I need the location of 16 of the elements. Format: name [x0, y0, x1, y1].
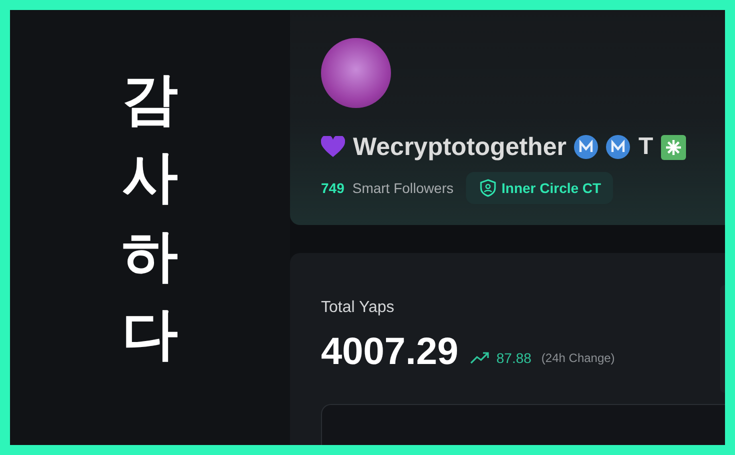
trend-up-icon	[470, 352, 490, 364]
change-label: (24h Change)	[541, 351, 615, 365]
sparkle-icon	[661, 134, 686, 160]
vertical-korean-text: 감사하다	[122, 66, 178, 369]
m-circle-icon	[606, 135, 630, 159]
m-circle-icon	[574, 135, 598, 159]
name-suffix: T	[638, 133, 654, 161]
follower-label: Smart Followers	[352, 180, 454, 196]
total-yaps-value: 4007.29	[321, 331, 458, 374]
follower-count: 749	[321, 180, 344, 196]
heart-icon	[321, 136, 345, 158]
total-yaps-label: Total Yaps	[321, 299, 396, 317]
shield-icon	[480, 179, 496, 197]
username: Wecryptotogether	[353, 132, 566, 162]
inner-circle-badge: Inner Circle CT	[466, 172, 614, 204]
change-value: 87.88	[496, 350, 532, 366]
